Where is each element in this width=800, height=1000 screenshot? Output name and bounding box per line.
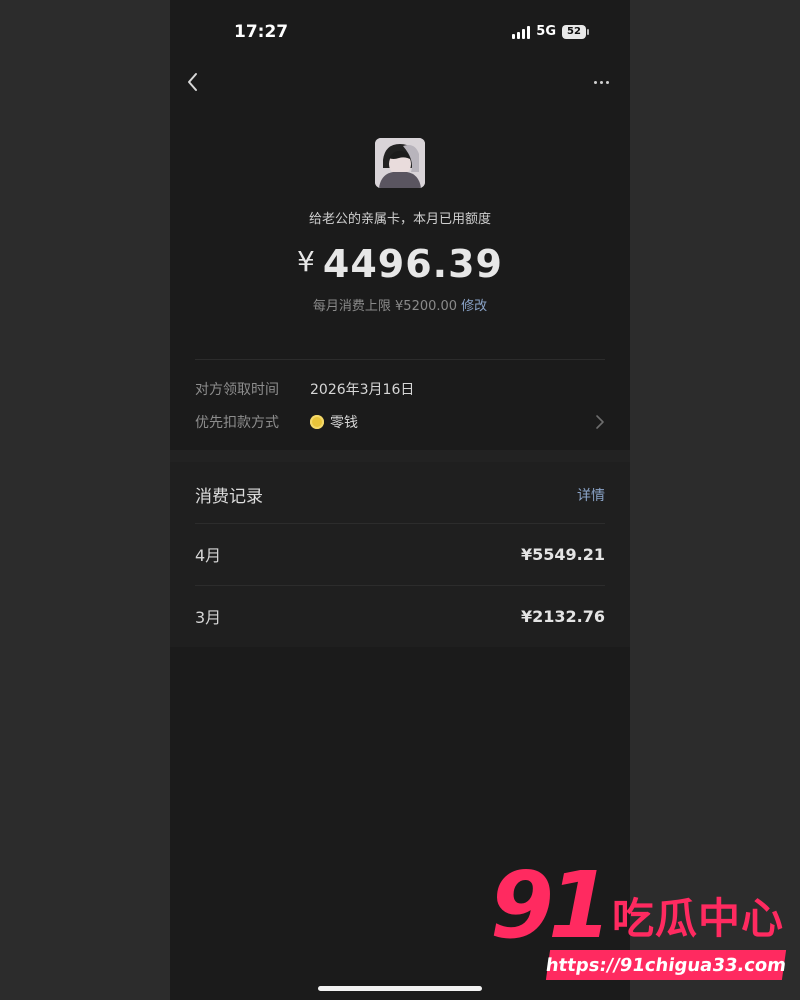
record-amount: ¥5549.21 xyxy=(520,544,605,564)
home-indicator xyxy=(318,986,482,991)
monthly-limit-text: 每月消费上限 ¥5200.00 xyxy=(312,299,458,314)
left-background xyxy=(0,0,170,1000)
more-icon[interactable] xyxy=(594,72,614,92)
battery-icon: 52 xyxy=(562,24,589,39)
record-amount: ¥2132.76 xyxy=(520,606,605,626)
watermark-name: 吃瓜中心 xyxy=(612,894,785,943)
status-time: 17:27 xyxy=(234,22,289,42)
monthly-limit: 每月消费上限 ¥5200.00 修改 xyxy=(170,295,630,314)
record-month: 4月 xyxy=(195,546,222,565)
records-header: 消费记录 详情 xyxy=(195,482,605,507)
phone-screen: 17:27 5G 52 给老公的亲属卡，本月已用额度 ¥4496.39 每月消费… xyxy=(170,0,630,1000)
payment-method-row[interactable]: 优先扣款方式 零钱 xyxy=(195,410,605,434)
coin-icon xyxy=(310,415,324,429)
spending-records: 消费记录 详情 4月 ¥5549.21 3月 ¥2132.76 xyxy=(170,462,630,647)
watermark-url: https://91chigua33.com xyxy=(544,950,788,980)
payment-method-label: 优先扣款方式 xyxy=(195,415,279,431)
claim-time-value: 2026年3月16日 xyxy=(310,382,415,398)
record-month: 3月 xyxy=(195,608,222,627)
divider xyxy=(195,359,605,360)
watermark-url-text: https://91chigua33.com xyxy=(544,954,788,976)
status-indicators: 5G 52 xyxy=(512,24,589,39)
records-detail-link[interactable]: 详情 xyxy=(577,485,605,505)
used-amount-value: 4496.39 xyxy=(322,242,503,286)
used-amount: ¥4496.39 xyxy=(170,242,630,286)
network-type: 5G xyxy=(536,24,556,39)
back-icon[interactable] xyxy=(182,68,206,96)
section-separator xyxy=(170,450,630,462)
record-row-april[interactable]: 4月 ¥5549.21 xyxy=(195,523,605,584)
chevron-right-icon xyxy=(595,414,605,430)
watermark-number: 91 xyxy=(490,852,612,959)
currency-symbol: ¥ xyxy=(297,245,315,278)
payment-method-text: 零钱 xyxy=(330,415,358,431)
record-row-march[interactable]: 3月 ¥2132.76 xyxy=(195,585,605,646)
signal-icon xyxy=(512,25,531,39)
claim-time-label: 对方领取时间 xyxy=(195,382,279,398)
records-title: 消费记录 xyxy=(195,487,263,507)
avatar xyxy=(375,138,425,188)
card-title: 给老公的亲属卡，本月已用额度 xyxy=(308,212,491,227)
payment-method-value: 零钱 xyxy=(310,412,358,432)
right-background xyxy=(630,0,800,1000)
edit-limit-link[interactable]: 修改 xyxy=(461,299,487,314)
claim-time-row: 对方领取时间 2026年3月16日 xyxy=(195,377,605,401)
